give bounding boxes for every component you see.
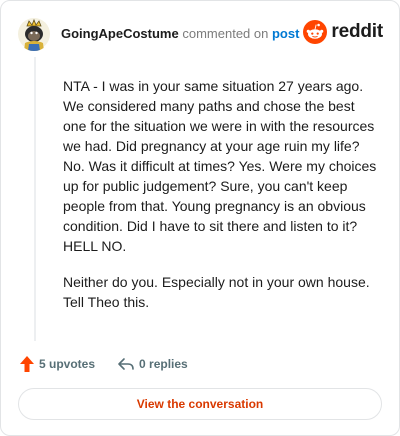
brand-wordmark: reddit [331,21,383,42]
action-text: commented on [182,26,269,41]
reply-arrow-icon [118,358,134,370]
gorilla-avatar-icon [17,17,51,51]
upvote-arrow-icon [20,356,34,372]
thread-line [34,57,36,341]
replies-stat[interactable]: 0 replies [117,356,188,372]
avatar[interactable] [17,17,51,51]
replies-count: 0 replies [139,357,188,371]
comment-paragraph: NTA - I was in your same situation 27 ye… [63,78,377,254]
comment-header: GoingApeCostume commented on post reddit [17,17,383,51]
comment-footer: 5 upvotes 0 replies [19,354,188,374]
reddit-brand[interactable]: reddit [303,20,383,44]
comment-body: NTA - I was in your same situation 27 ye… [63,76,381,328]
author-name[interactable]: GoingApeCostume [61,26,179,41]
comment-meta: GoingApeCostume commented on post [61,17,299,51]
reddit-snoo-icon [303,20,328,44]
view-conversation-button[interactable]: View the conversation [18,388,382,420]
comment-paragraph: Neither do you. Especially not in your o… [63,274,370,310]
upvotes-count: 5 upvotes [39,357,96,371]
comment-card: GoingApeCostume commented on post reddit… [0,0,400,436]
post-link[interactable]: post [272,26,299,41]
upvotes-stat[interactable]: 5 upvotes [19,355,95,373]
